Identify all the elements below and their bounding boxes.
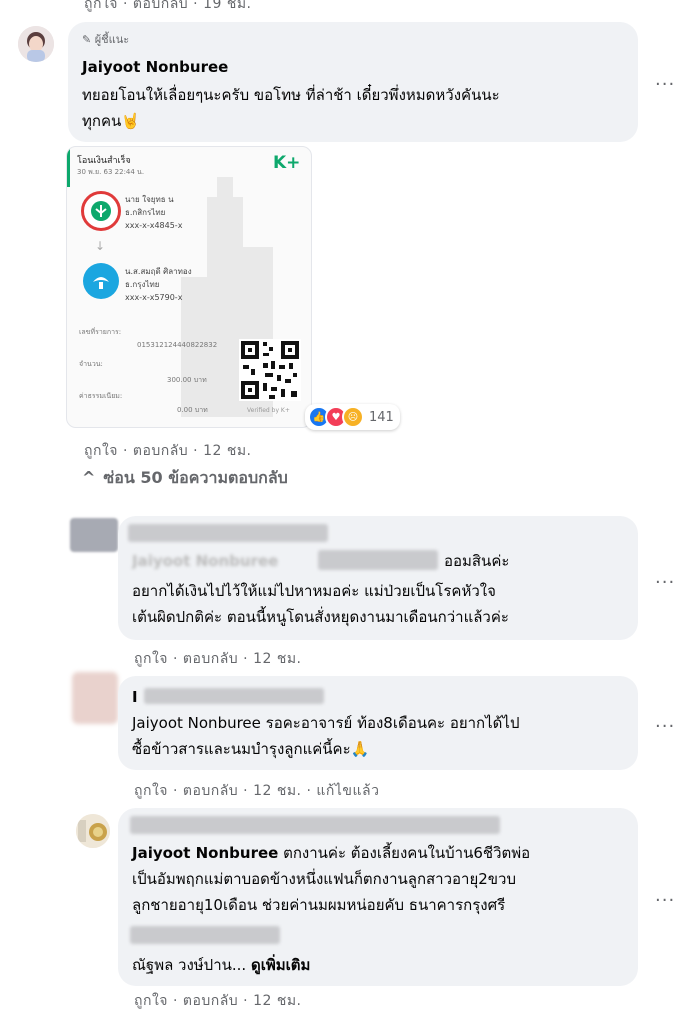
- reply-bubble: Jaiyoot Nonburee ตกงานค่ะ ต้องเลี้ยงคนใน…: [118, 808, 638, 986]
- top-comment-actions: ถูกใจ · ตอบกลับ · 19 ชม.: [84, 0, 252, 15]
- ktb-bird-icon: [93, 277, 109, 289]
- fee-value: 0.00 บาท: [177, 406, 208, 414]
- see-more-link[interactable]: ดูเพิ่มเติม: [251, 956, 310, 974]
- chevron-up-icon: ^: [82, 468, 96, 487]
- ktb-logo-icon: [83, 263, 119, 299]
- like-link[interactable]: ถูกใจ: [84, 443, 118, 459]
- reply-link[interactable]: ตอบกลับ: [183, 783, 238, 799]
- timestamp[interactable]: 19 ชม.: [203, 0, 251, 12]
- timestamp[interactable]: 12 ชม.: [253, 783, 301, 799]
- reply-link[interactable]: ตอบกลับ: [133, 0, 188, 12]
- reply-text: Jaiyoot Nonburee ตกงานค่ะ ต้องเลี้ยงคนใน…: [132, 844, 531, 914]
- kbank-logo-icon: [81, 191, 121, 231]
- sender-bank: ธ.กสิกรไทย: [125, 208, 166, 217]
- avatar[interactable]: [70, 518, 118, 552]
- timestamp[interactable]: 12 ชม.: [253, 651, 301, 667]
- like-link[interactable]: ถูกใจ: [84, 0, 118, 12]
- blurred-tag: Jaiyoot Nonburee: [132, 552, 279, 570]
- more-options-button[interactable]: ···: [655, 892, 675, 910]
- avatar-image: [18, 26, 54, 62]
- receiver-bank: ธ.กรุงไทย: [125, 280, 160, 289]
- transfer-receipt-image[interactable]: โอนเงินสำเร็จ 30 พ.ย. 63 22:44 น. K+ นาย…: [66, 146, 312, 428]
- sad-reaction-icon: ☹: [342, 406, 364, 428]
- sender-info: นาย ใจยุทธ น ธ.กสิกรไทย xxx-x-x4845-x: [125, 193, 182, 232]
- avatar-image: [76, 814, 110, 848]
- sender-name: นาย ใจยุทธ น: [125, 195, 174, 204]
- receiver-account: xxx-x-x5790-x: [125, 293, 183, 302]
- blurred-name: [130, 816, 500, 834]
- reply-actions: ถูกใจ · ตอบกลับ · 12 ชม.: [134, 993, 302, 1009]
- kbank-leaf-icon: [91, 201, 111, 221]
- receipt-header: โอนเงินสำเร็จ: [77, 156, 131, 166]
- more-options-button[interactable]: ···: [655, 574, 675, 592]
- avatar[interactable]: [72, 672, 118, 724]
- emoji: 🤘: [121, 112, 140, 130]
- hide-replies-button[interactable]: ^ ซ่อน 50 ข้อความตอบกลับ: [82, 466, 288, 491]
- amount-value: 300.00 บาท: [167, 376, 207, 384]
- mention-text: ณัฐพล วงษ์ปาน...: [132, 956, 247, 974]
- amount-label: จำนวน:: [79, 360, 103, 368]
- blurred-text: [130, 926, 280, 944]
- reactions-summary[interactable]: 👍 ♥ ☹ 141: [305, 404, 400, 430]
- receiver-info: น.ส.สมฤดี ศิลาทอง ธ.กรุงไทย xxx-x-x5790-…: [125, 265, 192, 304]
- more-options-button[interactable]: ···: [655, 76, 675, 94]
- receipt-date: 30 พ.ย. 63 22:44 น.: [77, 168, 145, 176]
- edited-label[interactable]: แก้ไขแล้ว: [316, 783, 379, 799]
- reply-text-line1: ออมสินค่ะ: [444, 552, 510, 570]
- more-options-button[interactable]: ···: [655, 718, 675, 736]
- avatar[interactable]: [18, 26, 54, 62]
- reply-link[interactable]: ตอบกลับ: [183, 651, 238, 667]
- verified-text: Verified by K+: [247, 407, 290, 414]
- top-fan-badge: ✎ ผู้ชี้แนะ: [82, 33, 130, 46]
- reply-bubble: Jaiyoot Nonburee ออมสินค่ะ อยากได้เงินไป…: [118, 516, 638, 640]
- receiver-name: น.ส.สมฤดี ศิลาทอง: [125, 267, 192, 276]
- blurred-text: [318, 550, 438, 570]
- reply-text-tail: ณัฐพล วงษ์ปาน... ดูเพิ่มเติม: [132, 952, 310, 978]
- reply-text: อยากได้เงินไปไว้ให้แม่ไปหาหมอค่ะ แม่ป่วย…: [132, 582, 509, 626]
- avatar[interactable]: [76, 814, 110, 848]
- reply-actions: ถูกใจ · ตอบกลับ · 12 ชม. · แก้ไขแล้ว: [134, 783, 380, 799]
- reference-value: 015312124440822832: [137, 341, 218, 349]
- comment-author-name[interactable]: Jaiyoot Nonburee: [82, 58, 228, 76]
- qr-code-icon: [239, 339, 301, 401]
- reaction-count: 141: [369, 409, 394, 425]
- sender-account: xxx-x-x4845-x: [125, 221, 183, 230]
- reply-actions: ถูกใจ · ตอบกลับ · 12 ชม.: [134, 651, 302, 667]
- like-link[interactable]: ถูกใจ: [134, 783, 168, 799]
- like-link[interactable]: ถูกใจ: [134, 651, 168, 667]
- reply-text: Jaiyoot Nonburee รอคะอาจารย์ ท้อง8เดือนค…: [132, 714, 520, 758]
- blurred-name: [128, 524, 328, 542]
- receipt-accent: [67, 147, 70, 187]
- pencil-icon: ✎: [82, 33, 92, 46]
- timestamp[interactable]: 12 ชม.: [253, 993, 301, 1009]
- comment-text: ทยอยโอนให้เลื่อยๆนะครับ ขอโทษ ที่ล่าช้า …: [82, 86, 500, 130]
- tagged-user[interactable]: Jaiyoot Nonburee: [132, 844, 278, 862]
- timestamp[interactable]: 12 ชม.: [203, 443, 251, 459]
- like-link[interactable]: ถูกใจ: [134, 993, 168, 1009]
- praying-hands-emoji: 🙏: [350, 740, 370, 758]
- reply-link[interactable]: ตอบกลับ: [133, 443, 188, 459]
- fee-label: ค่าธรรมเนียม:: [79, 392, 123, 400]
- reply-link[interactable]: ตอบกลับ: [183, 993, 238, 1009]
- author-comment-bubble: ✎ ผู้ชี้แนะ Jaiyoot Nonburee ทยอยโอนให้เ…: [68, 22, 638, 142]
- arrow-down-icon: ↓: [95, 239, 106, 253]
- blurred-name: [144, 688, 324, 704]
- author-comment-actions: ถูกใจ · ตอบกลับ · 12 ชม.: [84, 443, 252, 459]
- reference-label: เลขที่รายการ:: [79, 328, 122, 336]
- reply-bubble: I Jaiyoot Nonburee รอคะอาจารย์ ท้อง8เดือ…: [118, 676, 638, 770]
- reply-author-initial[interactable]: I: [132, 688, 138, 706]
